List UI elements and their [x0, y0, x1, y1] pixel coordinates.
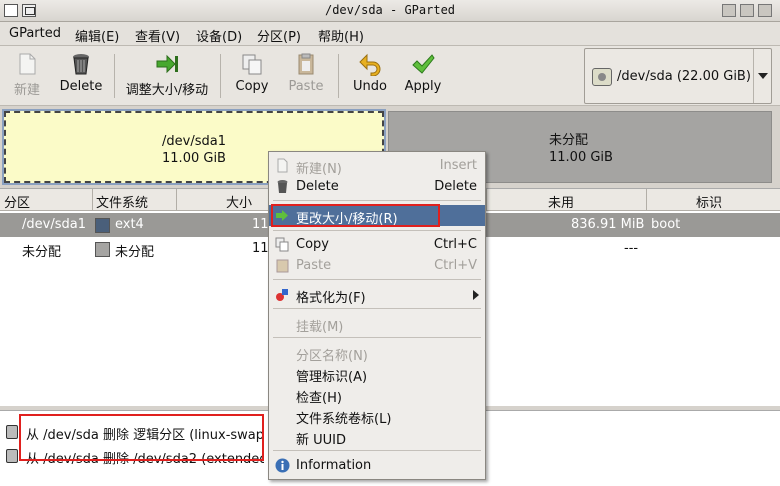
menu-help[interactable]: 帮助(H) [318, 26, 364, 45]
menu-item-fs-label[interactable]: 文件系统卷标(L) [269, 405, 485, 427]
menu-device[interactable]: 设备(D) [196, 26, 242, 45]
trash-icon [73, 54, 89, 75]
menu-item-format-as[interactable]: 格式化为(F) [269, 284, 485, 306]
paste-icon [276, 259, 289, 273]
minimize-button[interactable] [722, 4, 736, 17]
dropdown-arrow-icon[interactable] [753, 49, 771, 103]
resize-label: 调整大小/移动 [125, 83, 209, 98]
paste-icon [298, 53, 314, 75]
new-document-icon [19, 53, 36, 75]
row-partition: 未分配 [22, 245, 62, 260]
diskmap-unalloc-name: 未分配 [549, 133, 589, 148]
fs-color-swatch [95, 218, 110, 233]
context-menu: 新建(N) Insert Delete Delete 更改大小/移动(R) Co… [268, 151, 486, 480]
row-unused: 836.91 MiB [571, 217, 645, 232]
fs-color-swatch [95, 242, 110, 257]
trash-icon [277, 180, 288, 193]
menu-item-mount[interactable]: 挂载(M) [269, 313, 485, 335]
row-size: 11 [252, 217, 269, 232]
maximize-button[interactable] [740, 4, 754, 17]
resize-arrow-icon [156, 54, 178, 74]
undo-icon [359, 53, 381, 76]
new-document-icon [277, 158, 288, 173]
diskmap-unalloc-size: 11.00 GiB [549, 150, 613, 165]
apply-button[interactable]: Apply [402, 48, 444, 104]
menu-partition[interactable]: 分区(P) [257, 26, 301, 45]
delete-label: Delete [59, 79, 103, 94]
undo-label: Undo [353, 79, 387, 94]
menu-item-new-uuid[interactable]: 新 UUID [269, 426, 485, 448]
resize-move-button[interactable]: 调整大小/移动 [122, 48, 212, 104]
col-flags[interactable]: 标识 [696, 192, 722, 214]
menu-item-information[interactable]: Information [269, 455, 485, 476]
col-size[interactable]: 大小 [226, 192, 252, 214]
menu-gparted[interactable]: GParted [9, 26, 61, 41]
delete-op-icon [6, 425, 18, 439]
col-partition[interactable]: 分区 [4, 192, 30, 214]
new-button[interactable]: 新建 [6, 48, 48, 104]
menu-bar: GParted 编辑(E) 查看(V) 设备(D) 分区(P) 帮助(H) [0, 22, 780, 46]
submenu-arrow-icon [473, 290, 479, 300]
menu-item-manage-flags[interactable]: 管理标识(A) [269, 363, 485, 385]
row-flags: boot [651, 217, 681, 232]
title-bar: /dev/sda - GParted [0, 0, 780, 22]
window-title: /dev/sda - GParted [324, 3, 456, 17]
menu-item-copy[interactable]: Copy Ctrl+C [269, 234, 485, 255]
annotation-highlight-box [19, 414, 264, 461]
paste-label: Paste [288, 79, 324, 94]
menu-item-delete[interactable]: Delete Delete [269, 176, 485, 197]
col-unused[interactable]: 未用 [548, 192, 574, 214]
format-icon [276, 289, 288, 301]
paste-button[interactable]: Paste [286, 48, 326, 104]
harddisk-icon [592, 68, 612, 86]
delete-op-icon [6, 449, 18, 463]
device-selector-label: /dev/sda (22.00 GiB) [617, 69, 751, 84]
row-unused: --- [624, 241, 639, 256]
apply-label: Apply [404, 79, 442, 94]
info-icon [275, 458, 290, 473]
col-filesystem[interactable]: 文件系统 [96, 192, 148, 214]
menu-item-check[interactable]: 检查(H) [269, 384, 485, 406]
copy-label: Copy [235, 79, 269, 94]
copy-icon [275, 237, 289, 252]
menu-item-new[interactable]: 新建(N) Insert [269, 155, 485, 177]
row-partition: /dev/sda1 [22, 217, 86, 232]
copy-button[interactable]: Copy [232, 48, 272, 104]
row-filesystem: 未分配 [115, 245, 155, 260]
annotation-highlight-box [271, 204, 440, 227]
menu-view[interactable]: 查看(V) [135, 26, 180, 45]
row-filesystem: ext4 [115, 217, 144, 232]
copy-icon [242, 54, 262, 75]
menu-edit[interactable]: 编辑(E) [75, 26, 119, 45]
row-size: 11 [252, 241, 269, 256]
undo-button[interactable]: Undo [350, 48, 390, 104]
menu-item-paste[interactable]: Paste Ctrl+V [269, 255, 485, 276]
checkmark-icon [412, 54, 435, 74]
device-selector[interactable]: /dev/sda (22.00 GiB) [584, 48, 772, 104]
new-label: 新建 [13, 83, 40, 98]
toolbar: 新建 Delete 调整大小/移动 Copy Paste Undo Apply … [0, 46, 780, 106]
menu-item-partition-name[interactable]: 分区名称(N) [269, 342, 485, 364]
close-button[interactable] [758, 4, 772, 17]
diskmap-sda1-name: /dev/sda1 [162, 134, 226, 149]
delete-button[interactable]: Delete [56, 48, 106, 104]
